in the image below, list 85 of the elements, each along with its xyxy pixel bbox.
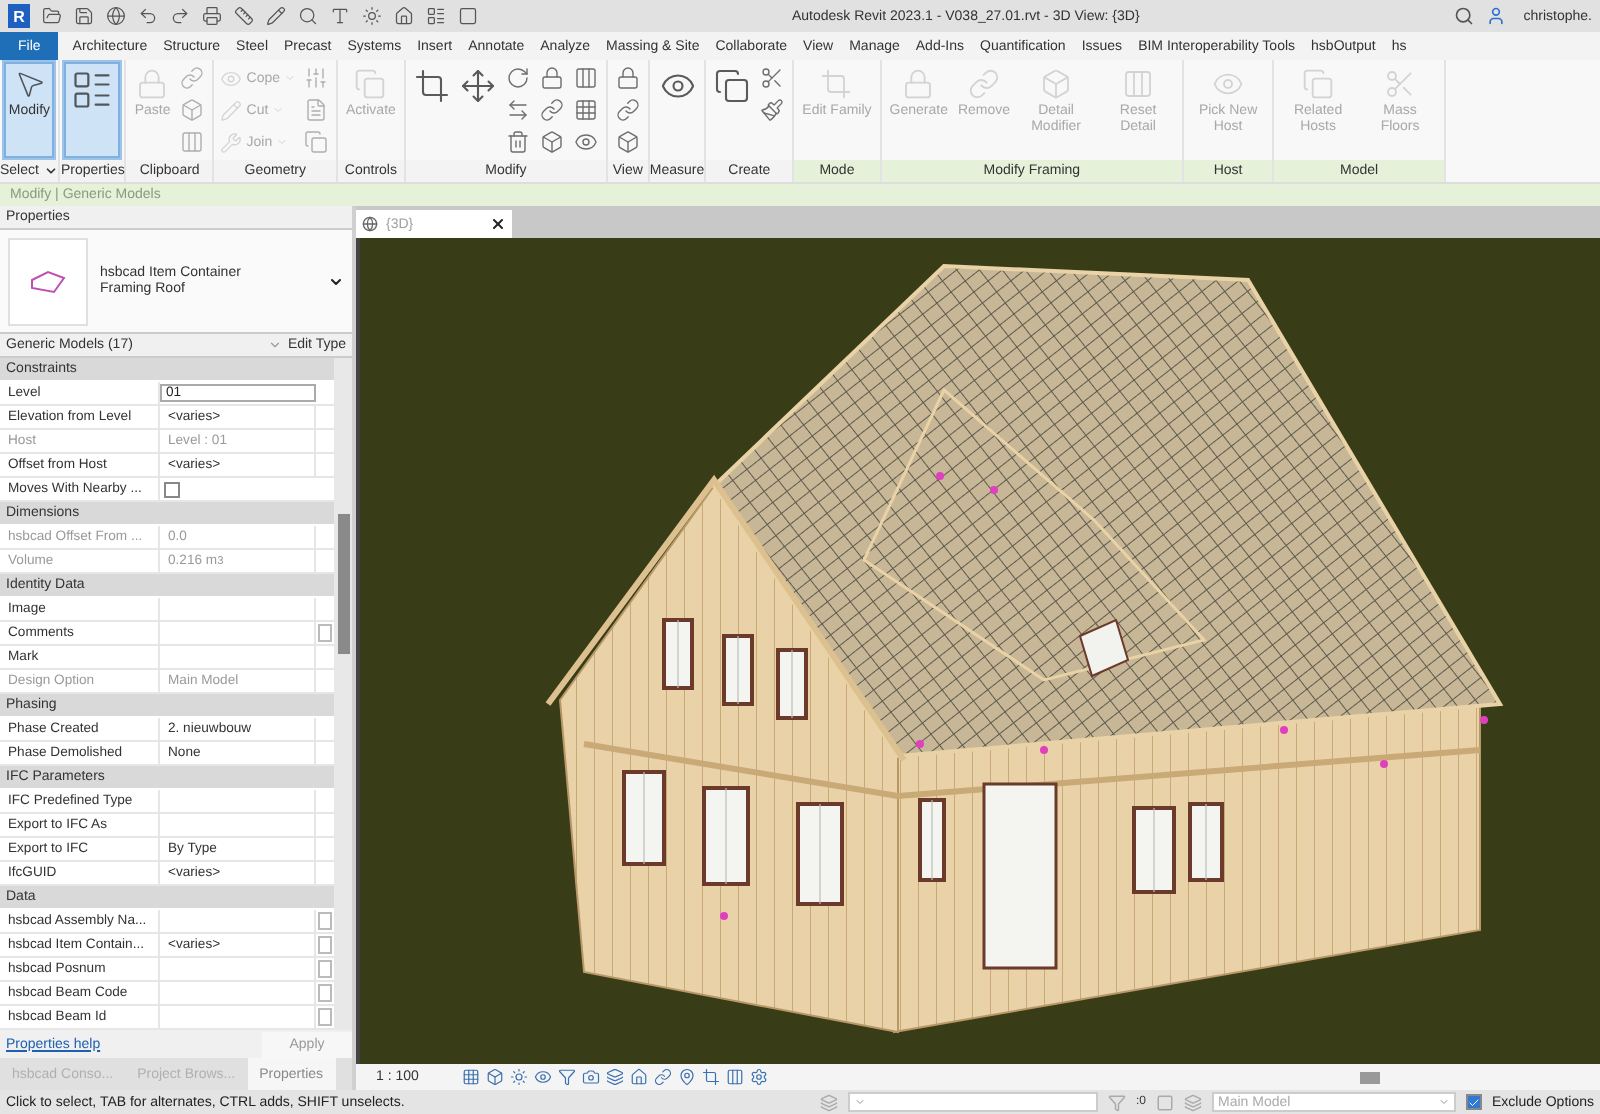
scroll-thumb[interactable] <box>337 514 349 654</box>
wrench-icon <box>220 131 243 153</box>
text-icon[interactable] <box>330 6 350 26</box>
copy-icon <box>354 68 387 100</box>
layers-icon[interactable] <box>606 1068 624 1086</box>
brush-icon <box>760 98 785 122</box>
copy-icon <box>714 68 751 104</box>
copy-icon <box>304 130 329 154</box>
box-icon <box>539 130 564 154</box>
link-icon[interactable] <box>654 1068 672 1086</box>
columns-icon <box>1122 68 1155 100</box>
grid-icon <box>573 98 598 122</box>
3d-view-canvas[interactable] <box>356 238 1600 1064</box>
home-icon[interactable] <box>630 1068 648 1086</box>
arrows-icon <box>505 98 530 122</box>
roof-outline-icon <box>30 269 66 293</box>
scroll-thumb[interactable] <box>1360 1071 1380 1083</box>
pin-icon[interactable] <box>678 1068 696 1086</box>
save-icon[interactable] <box>74 6 94 26</box>
settings-icon[interactable] <box>750 1068 768 1086</box>
lock-icon <box>902 68 935 100</box>
printer-icon[interactable] <box>202 6 222 26</box>
eye-icon <box>220 67 243 89</box>
eye-icon <box>1212 68 1245 100</box>
undo-icon[interactable] <box>138 6 158 26</box>
globe-icon[interactable] <box>106 6 126 26</box>
eye-icon <box>573 130 598 154</box>
properties-icon <box>70 68 115 112</box>
scrollbar[interactable] <box>334 358 352 1030</box>
caret-icon[interactable] <box>44 164 59 178</box>
trash-icon <box>505 130 530 154</box>
ruler-icon[interactable] <box>234 6 254 26</box>
caret-icon <box>854 1096 866 1108</box>
crop-icon <box>413 68 450 104</box>
box-icon <box>1040 68 1073 100</box>
close-icon[interactable] <box>490 216 506 232</box>
ribbon-icon-button[interactable] <box>535 94 568 126</box>
box-icon <box>180 98 205 122</box>
lock-icon <box>539 66 564 90</box>
ribbon-icon-button[interactable] <box>756 94 789 126</box>
pencil-icon <box>220 99 243 121</box>
caret-icon <box>267 338 282 352</box>
crop-icon[interactable] <box>702 1068 720 1086</box>
window-icon[interactable] <box>458 6 478 26</box>
document-icon <box>304 98 329 122</box>
scissors-icon <box>760 66 785 90</box>
filter-icon[interactable] <box>558 1068 576 1086</box>
search-icon[interactable] <box>298 6 318 26</box>
folder-icon[interactable] <box>42 6 62 26</box>
rotate-icon <box>505 66 530 90</box>
link-icon <box>615 98 640 122</box>
ribbon-icon-button[interactable] <box>64 62 121 158</box>
move-icon <box>459 68 496 104</box>
sun-icon[interactable] <box>510 1068 528 1086</box>
box-icon[interactable] <box>486 1068 504 1086</box>
copy-icon <box>1302 68 1335 100</box>
columns-icon <box>573 66 598 90</box>
caret-icon <box>1438 1096 1451 1108</box>
columns-icon <box>180 130 205 154</box>
scissors-icon <box>1384 68 1417 100</box>
redo-icon[interactable] <box>170 6 190 26</box>
user-icon[interactable] <box>1485 6 1506 26</box>
cursor-icon <box>13 68 46 100</box>
lock-icon <box>136 68 169 100</box>
ribbon-icon-button[interactable] <box>611 94 644 126</box>
app-logo[interactable]: R <box>8 4 30 28</box>
list-icon[interactable] <box>426 6 446 26</box>
grid-icon[interactable] <box>462 1068 480 1086</box>
globe-icon <box>362 216 378 232</box>
link-icon <box>968 68 1000 100</box>
crop-icon <box>820 68 853 100</box>
home-icon[interactable] <box>394 6 414 26</box>
camera-icon[interactable] <box>582 1068 600 1086</box>
lock-icon <box>615 66 640 90</box>
sun-icon[interactable] <box>362 6 382 26</box>
link-icon <box>539 98 564 122</box>
eye-icon[interactable] <box>534 1068 552 1086</box>
checkbox[interactable] <box>164 482 180 498</box>
box-icon <box>615 130 640 154</box>
checkbox[interactable] <box>1466 1094 1483 1110</box>
link-icon <box>180 66 205 90</box>
caret-icon <box>328 273 344 289</box>
sliders-icon <box>304 66 329 90</box>
pencil-icon[interactable] <box>266 6 286 26</box>
columns-icon[interactable] <box>726 1068 744 1086</box>
